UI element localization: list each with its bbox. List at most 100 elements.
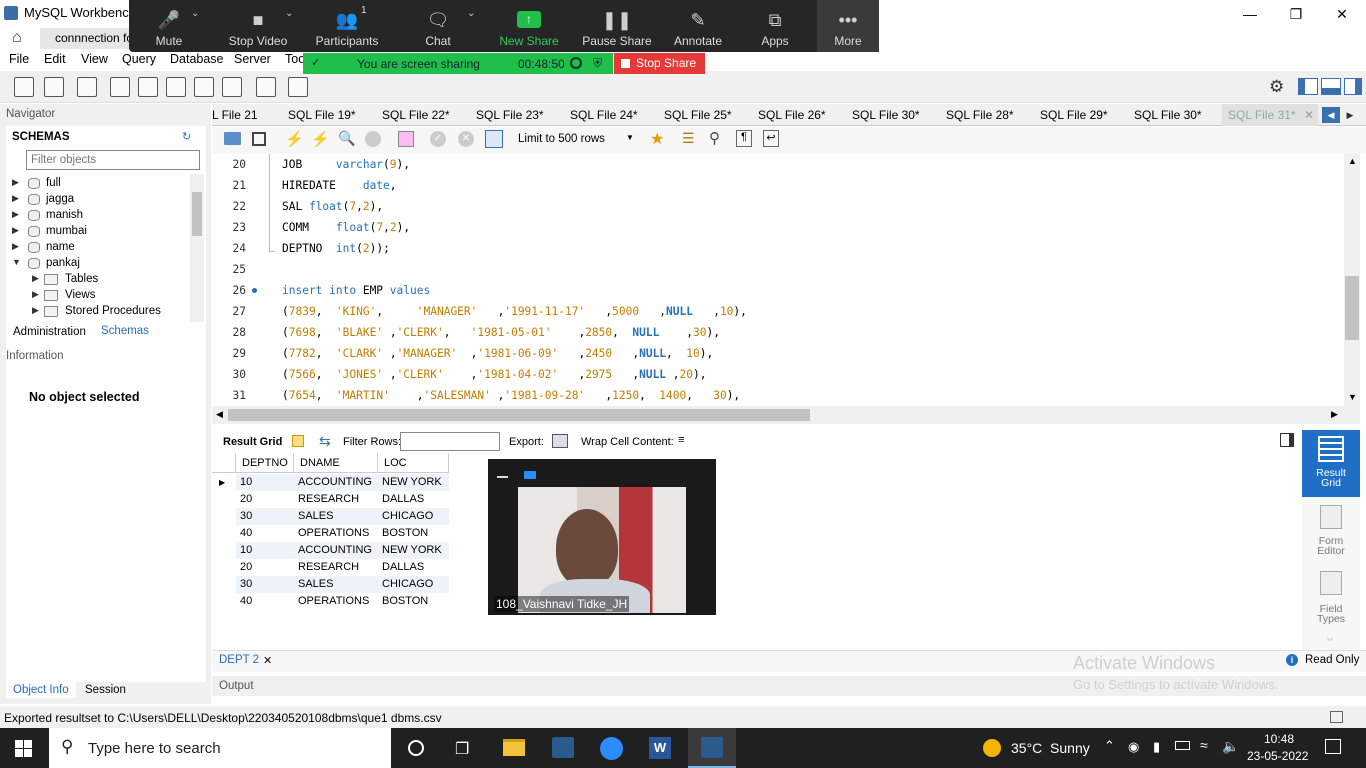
minimize-video-icon[interactable] [497,476,508,478]
refresh-icon[interactable]: ⇆ [319,433,331,450]
menu-file[interactable]: File [9,52,29,66]
table-cell[interactable]: 40 [236,525,294,542]
row-header[interactable] [212,593,236,610]
tab-sql-file-19[interactable]: SQL File 19* [288,108,356,122]
table-cell[interactable]: DALLAS [378,559,449,576]
expand-arrow-icon[interactable]: ▶ [12,209,19,220]
table-row[interactable]: ▶ 10 ACCOUNTING NEW YORK [212,474,449,491]
scroll-down-icon[interactable]: ▼ [1348,392,1357,402]
table-row[interactable]: 40 OPERATIONS BOSTON [212,593,449,610]
search-table-data-icon[interactable] [256,77,276,97]
inspector-icon[interactable] [77,77,97,97]
tab-schemas[interactable]: Schemas [95,322,155,340]
table-cell[interactable]: 20 [236,559,294,576]
sql-editor[interactable]: 20 JOB varchar(9), 21 HIREDATE date, 22 SAL f… [212,154,1344,406]
row-header[interactable] [212,559,236,576]
schema-manish[interactable]: ▶ manish [12,209,192,225]
zoom-taskbar-icon[interactable] [600,737,623,760]
pankaj-stored-procedures[interactable]: ▶ Stored Procedures [32,305,192,321]
expand-arrow-icon[interactable]: ▶ [32,273,39,284]
schema-pankaj[interactable]: ▼ pankaj [12,257,192,273]
menu-view[interactable]: View [81,52,108,66]
notifications-icon[interactable] [1325,739,1341,754]
table-cell[interactable]: DALLAS [378,491,449,508]
pause-share-button[interactable]: ❚❚ Pause Share [581,0,653,52]
tab-sql-file-21[interactable]: L File 21 [212,108,258,122]
scroll-left-icon[interactable]: ◀ [216,409,223,420]
reconnect-icon[interactable] [288,77,308,97]
table-cell[interactable]: NEW YORK [378,474,449,491]
weather-text[interactable]: 35°C Sunny [1011,740,1090,756]
scrollbar-thumb[interactable] [228,409,810,421]
code-line[interactable]: (7654, 'MARTIN' ,'SALESMAN' ,'1981-09-28… [282,389,740,402]
tabs-scroll-left-icon[interactable]: ◀ [1322,107,1340,123]
scroll-right-icon[interactable]: ▶ [1331,409,1338,420]
video-view-icon[interactable] [524,471,536,479]
close-tab-icon[interactable]: ✕ [1304,108,1314,122]
wrap-lines-icon[interactable]: ↩ [763,130,779,147]
code-line[interactable]: (7782, 'CLARK' ,'MANAGER' ,'1981-06-09' … [282,347,713,360]
code-line[interactable]: JOB varchar(9), [282,158,410,171]
code-line[interactable]: SAL float(7,2), [282,200,383,213]
collapse-arrow-icon[interactable]: ▼ [12,257,21,267]
schema-full[interactable]: ▶ full [12,177,192,193]
add-snippet-star-icon[interactable]: ★ [650,129,664,149]
table-cell[interactable]: RESEARCH [294,559,378,576]
result-grid-view-button[interactable]: Result Grid [1302,430,1360,497]
microphone-tray-icon[interactable]: ▮ [1153,739,1160,755]
settings-gear-icon[interactable]: ⚙ [1269,77,1284,97]
row-header[interactable] [212,525,236,542]
table-cell[interactable]: CHICAGO [378,576,449,593]
table-cell[interactable]: NEW YORK [378,542,449,559]
rail-scroll-down-icon[interactable]: ⌄ [1324,628,1336,645]
apps-button[interactable]: ⧉ Apps [747,0,803,52]
expand-arrow-icon[interactable]: ▶ [32,305,39,316]
table-row[interactable]: 40 OPERATIONS BOSTON [212,525,449,542]
filter-objects-input[interactable] [26,150,200,170]
commit-icon[interactable]: ✓ [430,131,446,147]
schema-mumbai[interactable]: ▶ mumbai [12,225,192,241]
wrap-cell-icon[interactable]: ≡ [678,434,684,446]
table-cell[interactable]: 20 [236,491,294,508]
table-row[interactable]: 30 SALES CHICAGO [212,576,449,593]
code-line[interactable]: HIREDATE date, [282,179,397,192]
screen-sharing-banner[interactable]: ✓ You are screen sharing 00:48:50 ⛨ [303,53,613,74]
execute-icon[interactable]: ⚡ [285,130,304,148]
create-table-icon[interactable] [138,77,158,97]
beautify-icon[interactable]: ☰ [682,130,695,147]
mysql-workbench-active-task[interactable] [688,728,736,768]
stop-share-button[interactable]: Stop Share [614,53,705,74]
task-view-icon[interactable]: ❐ [455,739,469,759]
row-header[interactable] [212,576,236,593]
chat-options-chevron-icon[interactable]: ⌄ [467,8,475,19]
battery-icon[interactable] [1175,741,1190,750]
video-options-chevron-icon[interactable]: ⌄ [285,8,293,19]
scroll-up-icon[interactable]: ▲ [1348,156,1357,166]
pankaj-tables[interactable]: ▶ Tables [32,273,192,289]
limit-rows-select[interactable]: Limit to 500 rows ▼ [514,131,636,149]
annotate-button[interactable]: ✎ Annotate [666,0,730,52]
mute-options-chevron-icon[interactable]: ⌄ [191,8,199,19]
pankaj-views[interactable]: ▶ Views [32,289,192,305]
table-cell[interactable]: ACCOUNTING [294,474,378,491]
tab-sql-file-24[interactable]: SQL File 24* [570,108,638,122]
tab-sql-file-29[interactable]: SQL File 29* [1040,108,1108,122]
export-icon[interactable] [552,434,568,448]
menu-database[interactable]: Database [170,52,224,66]
row-header[interactable] [212,508,236,525]
scrollbar-thumb[interactable] [192,192,202,236]
tab-sql-file-22[interactable]: SQL File 22* [382,108,450,122]
stop-video-button[interactable]: ■ Stop Video [223,0,293,52]
tab-sql-file-30[interactable]: SQL File 30* [852,108,920,122]
close-result-tab-icon[interactable]: ✕ [263,654,272,667]
tab-session[interactable]: Session [85,684,126,696]
table-cell[interactable]: BOSTON [378,525,449,542]
tab-sql-file-23[interactable]: SQL File 23* [476,108,544,122]
table-cell[interactable]: SALES [294,576,378,593]
table-cell[interactable]: OPERATIONS [294,525,378,542]
code-line[interactable]: DEPTNO int(2)); [282,242,390,255]
wifi-icon[interactable]: ≈ [1200,737,1208,753]
create-function-icon[interactable] [222,77,242,97]
expand-arrow-icon[interactable]: ▶ [32,289,39,300]
table-cell[interactable]: 30 [236,576,294,593]
